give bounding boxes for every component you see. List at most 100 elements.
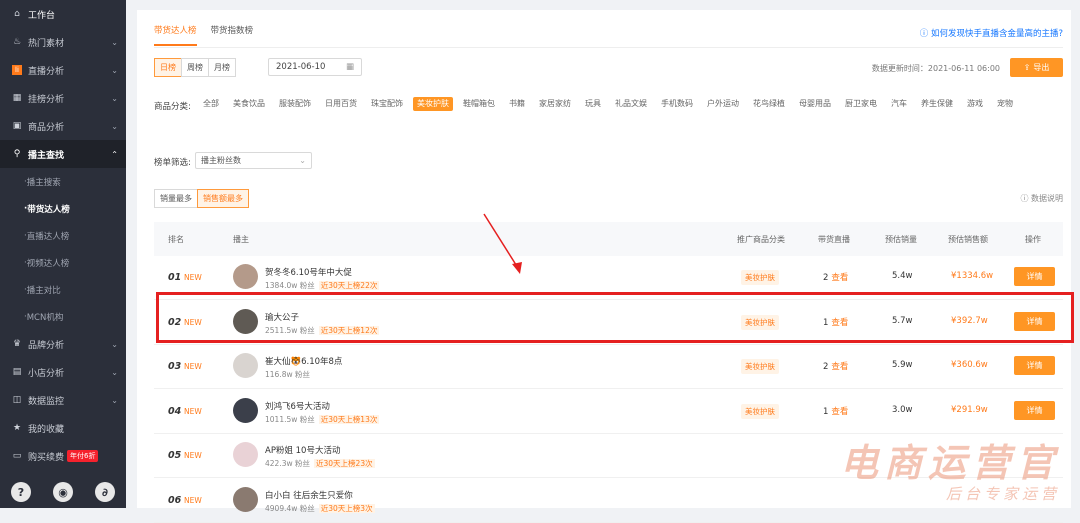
- view-live-link[interactable]: 查看: [831, 407, 848, 417]
- rank-filter-select[interactable]: 播主粉丝数⌄: [195, 152, 312, 169]
- wechat-icon[interactable]: ◉: [53, 482, 73, 502]
- category-tag: 美妆护肤: [741, 404, 779, 419]
- live-count: 1查看: [823, 316, 848, 328]
- sidebar-item-workbench[interactable]: ⌂工作台: [0, 0, 126, 28]
- column-header-live: 带货直播: [818, 234, 850, 245]
- live-icon: li: [12, 65, 22, 75]
- sidebar-sub-anchor-search[interactable]: · 播主搜索: [0, 168, 126, 195]
- sidebar-item-product-analysis[interactable]: ▣商品分析⌄: [0, 112, 126, 140]
- divider: [154, 47, 1063, 48]
- avatar[interactable]: [233, 264, 258, 289]
- category-item[interactable]: 玩具: [581, 97, 605, 111]
- help-link[interactable]: ⓘ 如何发现快手直播含金量高的主播?: [920, 27, 1063, 39]
- period-month-button[interactable]: 月榜: [208, 58, 236, 77]
- anchor-name[interactable]: 贺冬冬6.10号年中大促: [265, 266, 352, 278]
- category-item[interactable]: 书籍: [505, 97, 529, 111]
- category-item[interactable]: 美妆护肤: [413, 97, 453, 111]
- export-button[interactable]: ⇪导出: [1010, 58, 1063, 77]
- category-item[interactable]: 珠宝配饰: [367, 97, 407, 111]
- tab-sales-rank[interactable]: 带货达人榜: [154, 24, 197, 46]
- search-icon: ⚲: [12, 149, 22, 159]
- help-icon[interactable]: ?: [11, 482, 31, 502]
- period-selector: 日榜 周榜 月榜: [154, 58, 235, 77]
- detail-button[interactable]: 详情: [1014, 356, 1055, 375]
- date-picker[interactable]: 2021-06-10▦: [268, 58, 362, 76]
- category-item[interactable]: 美食饮品: [229, 97, 269, 111]
- period-day-button[interactable]: 日榜: [154, 58, 182, 77]
- category-item[interactable]: 花鸟绿植: [749, 97, 789, 111]
- avatar[interactable]: [233, 442, 258, 467]
- category-item[interactable]: 全部: [199, 97, 223, 111]
- period-week-button[interactable]: 周榜: [181, 58, 209, 77]
- new-badge: NEW: [184, 362, 202, 371]
- sidebar-sub-video-rank[interactable]: · 视频达人榜: [0, 249, 126, 276]
- sidebar-item-anchor-search[interactable]: ⚲播主查找⌃: [0, 140, 126, 168]
- sidebar-item-live-analysis[interactable]: li直播分析⌄: [0, 56, 126, 84]
- new-badge: NEW: [184, 273, 202, 282]
- anchor-name[interactable]: 白小白 往后余生只爱你: [265, 489, 353, 501]
- rank-number: 01: [168, 272, 181, 283]
- export-icon: ⇪: [1024, 63, 1031, 72]
- category-item[interactable]: 汽车: [887, 97, 911, 111]
- category-item[interactable]: 日用百货: [321, 97, 361, 111]
- table-row[interactable]: 04NEW刘鸿飞6号大活动1011.5w 粉丝近30天上榜13次美妆护肤1查看3…: [154, 390, 1063, 434]
- sidebar-sub-anchor-compare[interactable]: · 播主对比: [0, 276, 126, 303]
- share-icon[interactable]: ∂: [95, 482, 115, 502]
- category-item[interactable]: 鞋帽箱包: [459, 97, 499, 111]
- anchor-name[interactable]: AP粉姐 10号大活动: [265, 444, 340, 456]
- category-item[interactable]: 手机数码: [657, 97, 697, 111]
- chart-icon: ▦: [12, 93, 22, 103]
- table-row[interactable]: 06NEW白小白 往后余生只爱你4909.4w 粉丝近30天上榜3次: [154, 479, 1063, 523]
- anchor-name[interactable]: 刘鸿飞6号大活动: [265, 400, 330, 412]
- sidebar-sub-sales-rank[interactable]: · 带货达人榜: [0, 195, 126, 222]
- anchor-name[interactable]: 瑜大公子: [265, 311, 299, 323]
- category-item[interactable]: 游戏: [963, 97, 987, 111]
- estimated-amount: ¥1334.6w: [951, 271, 993, 281]
- estimated-amount: ¥360.6w: [951, 360, 988, 370]
- avatar[interactable]: [233, 309, 258, 334]
- category-item[interactable]: 服装配饰: [275, 97, 315, 111]
- data-description-link[interactable]: ⓘ 数据说明: [1020, 193, 1063, 204]
- category-item[interactable]: 养生保健: [917, 97, 957, 111]
- rank-frequency-badge: 近30天上榜12次: [319, 326, 380, 335]
- anchor-name[interactable]: 崔大仙🐯6.10年8点: [265, 355, 342, 367]
- star-icon: ★: [12, 423, 22, 433]
- category-item[interactable]: 户外运动: [703, 97, 743, 111]
- fans-count: 4909.4w 粉丝近30天上榜3次: [265, 503, 375, 514]
- chevron-down-icon: ⌄: [299, 156, 306, 165]
- category-item[interactable]: 宠物: [993, 97, 1017, 111]
- sidebar-sub-mcn[interactable]: · MCN机构: [0, 303, 126, 330]
- category-item[interactable]: 母婴用品: [795, 97, 835, 111]
- table-row[interactable]: 01NEW贺冬冬6.10号年中大促1384.0w 粉丝近30天上榜22次美妆护肤…: [154, 256, 1063, 300]
- sidebar-item-rank-analysis[interactable]: ▦挂榜分析⌄: [0, 84, 126, 112]
- rank-number: 02: [168, 317, 181, 328]
- sidebar-item-favorites[interactable]: ★我的收藏: [0, 414, 126, 442]
- table-row[interactable]: 02NEW瑜大公子2511.5w 粉丝近30天上榜12次美妆护肤1查看5.7w¥…: [154, 301, 1063, 345]
- table-row[interactable]: 05NEWAP粉姐 10号大活动422.3w 粉丝近30天上榜23次: [154, 434, 1063, 478]
- detail-button[interactable]: 详情: [1014, 401, 1055, 420]
- sidebar-item-hot-material[interactable]: ♨热门素材⌄: [0, 28, 126, 56]
- sidebar-item-data-monitor[interactable]: ◫数据监控⌄: [0, 386, 126, 414]
- category-item[interactable]: 家居家纺: [535, 97, 575, 111]
- category-item[interactable]: 厨卫家电: [841, 97, 881, 111]
- sidebar-item-store-analysis[interactable]: ▤小店分析⌄: [0, 358, 126, 386]
- category-item[interactable]: 礼品文娱: [611, 97, 651, 111]
- sort-by-amount-button[interactable]: 销售额最多: [197, 189, 249, 208]
- sort-by-volume-button[interactable]: 销量最多: [154, 189, 198, 208]
- sidebar-sub-live-rank[interactable]: · 直播达人榜: [0, 222, 126, 249]
- view-live-link[interactable]: 查看: [831, 362, 848, 372]
- sidebar-item-brand-analysis[interactable]: ♛品牌分析⌄: [0, 330, 126, 358]
- estimated-sales: 5.4w: [892, 271, 912, 281]
- chevron-down-icon: ⌄: [111, 340, 118, 349]
- table-row[interactable]: 03NEW崔大仙🐯6.10年8点116.8w 粉丝美妆护肤2查看5.9w¥360…: [154, 345, 1063, 389]
- fans-count: 1384.0w 粉丝近30天上榜22次: [265, 280, 379, 291]
- view-live-link[interactable]: 查看: [831, 273, 848, 283]
- column-header-amount: 预估销售额: [948, 234, 988, 245]
- avatar[interactable]: [233, 398, 258, 423]
- detail-button[interactable]: 详情: [1014, 312, 1055, 331]
- view-live-link[interactable]: 查看: [831, 318, 848, 328]
- tab-sales-index-rank[interactable]: 带货指数榜: [211, 24, 254, 46]
- detail-button[interactable]: 详情: [1014, 267, 1055, 286]
- sidebar-item-purchase[interactable]: ▭购买续费年付6折: [0, 442, 126, 470]
- avatar[interactable]: [233, 353, 258, 378]
